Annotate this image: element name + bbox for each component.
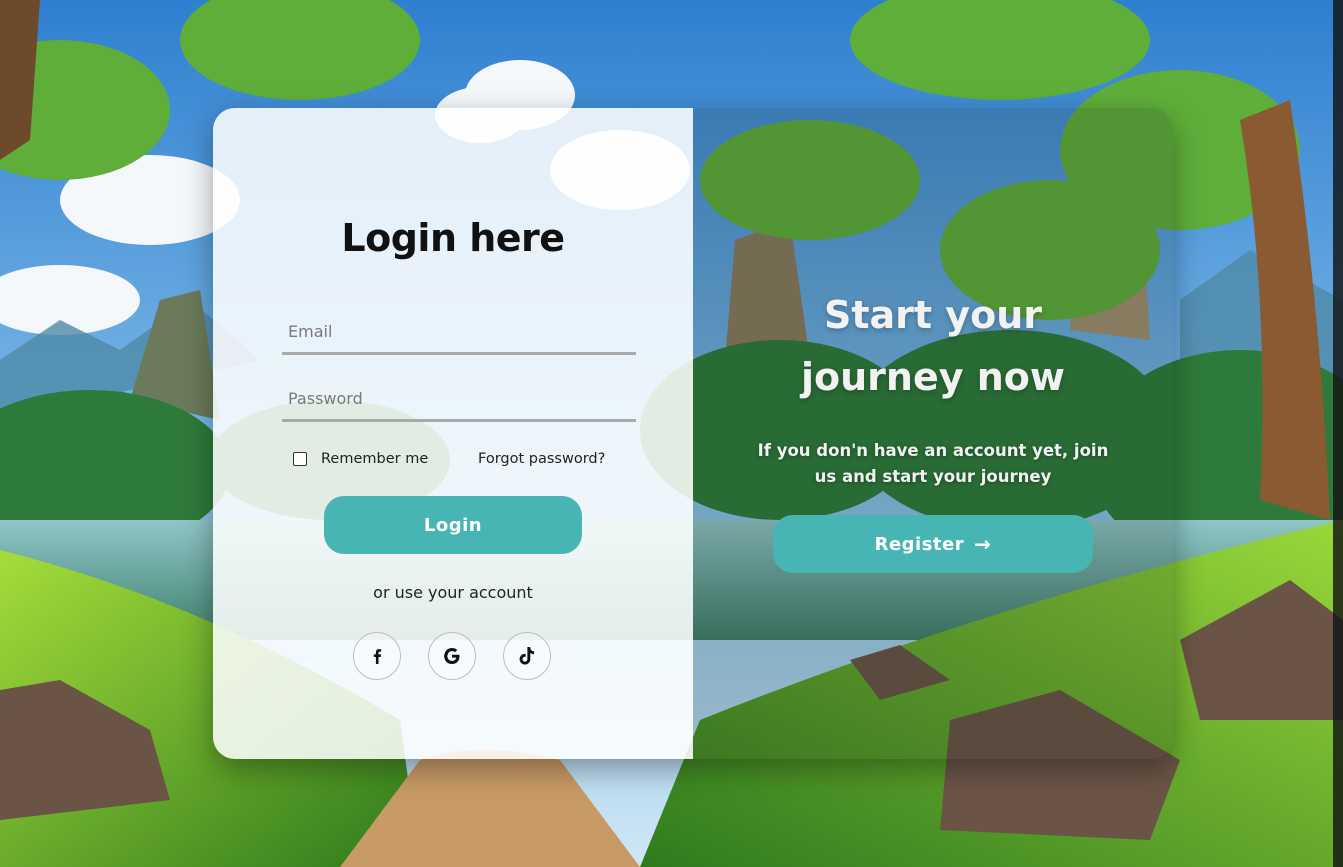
facebook-button[interactable] [353, 632, 401, 680]
google-icon [444, 648, 460, 664]
auth-card: Login here Remember me Forgot password? … [213, 108, 1173, 759]
email-input[interactable] [282, 311, 636, 355]
register-title-line2: journey now [800, 355, 1065, 399]
or-use-account-text: or use your account [373, 583, 533, 602]
register-panel: Start your journey now If you don'n have… [693, 108, 1173, 759]
login-button[interactable]: Login [324, 496, 582, 554]
login-title: Login here [341, 216, 565, 260]
register-title-line1: Start your [824, 293, 1042, 337]
password-input[interactable] [282, 378, 636, 422]
google-button[interactable] [428, 632, 476, 680]
register-button[interactable]: Register → [773, 515, 1093, 573]
register-button-label: Register [874, 533, 965, 555]
remember-me-label: Remember me [321, 451, 429, 467]
forgot-password-link[interactable]: Forgot password? [478, 451, 605, 467]
remember-me[interactable]: Remember me [293, 451, 428, 467]
register-description: If you don'n have an account yet, join u… [757, 441, 1109, 486]
remember-me-checkbox[interactable] [293, 452, 307, 466]
arrow-right-icon: → [974, 532, 992, 556]
login-panel: Login here Remember me Forgot password? … [213, 108, 693, 759]
tiktok-icon [519, 647, 535, 665]
tiktok-button[interactable] [503, 632, 551, 680]
register-title: Start your journey now [693, 284, 1173, 408]
facebook-icon [373, 649, 382, 664]
